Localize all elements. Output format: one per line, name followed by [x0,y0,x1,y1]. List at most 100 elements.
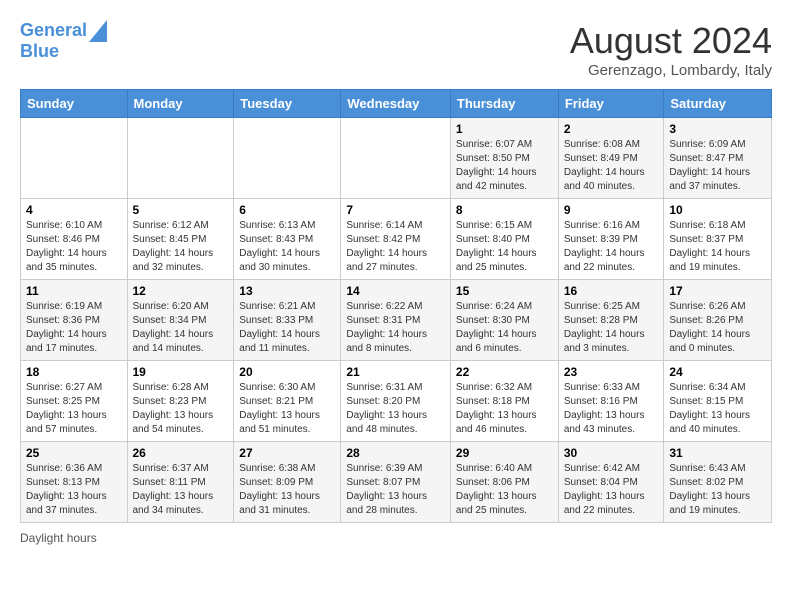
calendar-week-row: 18Sunrise: 6:27 AM Sunset: 8:25 PM Dayli… [21,361,772,442]
day-info: Sunrise: 6:34 AM Sunset: 8:15 PM Dayligh… [669,381,766,437]
day-info: Sunrise: 6:42 AM Sunset: 8:04 PM Dayligh… [564,462,659,518]
day-info: Sunrise: 6:38 AM Sunset: 8:09 PM Dayligh… [239,462,335,518]
calendar-cell: 16 Sunrise: 6:25 AM Sunset: 8:28 PM Dayli… [558,280,664,361]
logo-text-line2: Blue [20,42,59,62]
weekday-header: Tuesday [234,90,341,118]
day-info: Sunrise: 6:28 AM Sunset: 8:23 PM Dayligh… [133,381,229,437]
day-info: Sunrise: 6:22 AM Sunset: 8:31 PM Dayligh… [346,300,445,356]
day-number: 16 [564,284,659,298]
calendar-cell: 11 Sunrise: 6:19 AM Sunset: 8:36 PM Dayli… [21,280,128,361]
calendar-cell: 13 Sunrise: 6:21 AM Sunset: 8:33 PM Dayli… [234,280,341,361]
calendar-cell: 10Sunrise: 6:18 AM Sunset: 8:37 PM Dayli… [664,199,772,280]
calendar-cell: 12 Sunrise: 6:20 AM Sunset: 8:34 PM Dayli… [127,280,234,361]
location-subtitle: Gerenzago, Lombardy, Italy [570,62,772,79]
day-info: Sunrise: 6:14 AM Sunset: 8:42 PM Dayligh… [346,219,445,275]
calendar-cell: 21 Sunrise: 6:31 AM Sunset: 8:20 PM Dayli… [341,361,451,442]
weekday-header: Monday [127,90,234,118]
day-info: Sunrise: 6:08 AM Sunset: 8:49 PM Dayligh… [564,138,659,194]
day-number: 2 [564,122,659,136]
day-info: Sunrise: 6:15 AM Sunset: 8:40 PM Dayligh… [456,219,553,275]
day-info: Sunrise: 6:10 AM Sunset: 8:46 PM Dayligh… [26,219,122,275]
calendar-cell: 28 Sunrise: 6:39 AM Sunset: 8:07 PM Dayli… [341,442,451,523]
day-number: 12 [133,284,229,298]
day-info: Sunrise: 6:20 AM Sunset: 8:34 PM Dayligh… [133,300,229,356]
calendar-cell [234,118,341,199]
calendar-cell: 1 Sunrise: 6:07 AM Sunset: 8:50 PM Daylig… [450,118,558,199]
calendar-cell: 3Sunrise: 6:09 AM Sunset: 8:47 PM Daylig… [664,118,772,199]
weekday-header: Wednesday [341,90,451,118]
day-info: Sunrise: 6:39 AM Sunset: 8:07 PM Dayligh… [346,462,445,518]
calendar-cell: 22 Sunrise: 6:32 AM Sunset: 8:18 PM Dayli… [450,361,558,442]
calendar-cell: 29Sunrise: 6:40 AM Sunset: 8:06 PM Dayli… [450,442,558,523]
day-info: Sunrise: 6:25 AM Sunset: 8:28 PM Dayligh… [564,300,659,356]
calendar-cell: 19Sunrise: 6:28 AM Sunset: 8:23 PM Dayli… [127,361,234,442]
day-info: Sunrise: 6:33 AM Sunset: 8:16 PM Dayligh… [564,381,659,437]
calendar-week-row: 25 Sunrise: 6:36 AM Sunset: 8:13 PM Dayli… [21,442,772,523]
calendar-cell [127,118,234,199]
day-number: 27 [239,446,335,460]
calendar-table: SundayMondayTuesdayWednesdayThursdayFrid… [20,89,772,523]
weekday-header: Saturday [664,90,772,118]
weekday-header: Friday [558,90,664,118]
calendar-cell: 5Sunrise: 6:12 AM Sunset: 8:45 PM Daylig… [127,199,234,280]
calendar-cell: 17Sunrise: 6:26 AM Sunset: 8:26 PM Dayli… [664,280,772,361]
calendar-cell [21,118,128,199]
calendar-week-row: 11 Sunrise: 6:19 AM Sunset: 8:36 PM Dayli… [21,280,772,361]
day-number: 24 [669,365,766,379]
calendar-cell: 14Sunrise: 6:22 AM Sunset: 8:31 PM Dayli… [341,280,451,361]
day-info: Sunrise: 6:24 AM Sunset: 8:30 PM Dayligh… [456,300,553,356]
day-info: Sunrise: 6:31 AM Sunset: 8:20 PM Dayligh… [346,381,445,437]
day-number: 23 [564,365,659,379]
day-info: Sunrise: 6:16 AM Sunset: 8:39 PM Dayligh… [564,219,659,275]
footer-note: Daylight hours [20,531,772,545]
day-number: 21 [346,365,445,379]
day-info: Sunrise: 6:07 AM Sunset: 8:50 PM Dayligh… [456,138,553,194]
day-info: Sunrise: 6:13 AM Sunset: 8:43 PM Dayligh… [239,219,335,275]
calendar-cell: 4Sunrise: 6:10 AM Sunset: 8:46 PM Daylig… [21,199,128,280]
calendar-cell: 25 Sunrise: 6:36 AM Sunset: 8:13 PM Dayli… [21,442,128,523]
day-number: 7 [346,203,445,217]
day-number: 20 [239,365,335,379]
month-year-title: August 2024 [570,20,772,62]
day-number: 3 [669,122,766,136]
calendar-cell: 8 Sunrise: 6:15 AM Sunset: 8:40 PM Daylig… [450,199,558,280]
calendar-header-row: SundayMondayTuesdayWednesdayThursdayFrid… [21,90,772,118]
day-number: 22 [456,365,553,379]
day-number: 1 [456,122,553,136]
calendar-cell: 24 Sunrise: 6:34 AM Sunset: 8:15 PM Dayli… [664,361,772,442]
day-number: 13 [239,284,335,298]
day-number: 8 [456,203,553,217]
day-number: 10 [669,203,766,217]
day-info: Sunrise: 6:30 AM Sunset: 8:21 PM Dayligh… [239,381,335,437]
day-info: Sunrise: 6:21 AM Sunset: 8:33 PM Dayligh… [239,300,335,356]
calendar-cell: 7 Sunrise: 6:14 AM Sunset: 8:42 PM Daylig… [341,199,451,280]
weekday-header: Thursday [450,90,558,118]
day-info: Sunrise: 6:36 AM Sunset: 8:13 PM Dayligh… [26,462,122,518]
day-number: 18 [26,365,122,379]
day-number: 25 [26,446,122,460]
logo: General Blue [20,20,107,62]
day-number: 9 [564,203,659,217]
calendar-week-row: 1 Sunrise: 6:07 AM Sunset: 8:50 PM Daylig… [21,118,772,199]
page-header: General Blue August 2024 Gerenzago, Lomb… [20,20,772,79]
calendar-cell: 18Sunrise: 6:27 AM Sunset: 8:25 PM Dayli… [21,361,128,442]
day-number: 30 [564,446,659,460]
day-number: 26 [133,446,229,460]
day-number: 28 [346,446,445,460]
calendar-cell [341,118,451,199]
calendar-cell: 15 Sunrise: 6:24 AM Sunset: 8:30 PM Dayli… [450,280,558,361]
logo-text-line1: General [20,21,87,41]
day-info: Sunrise: 6:43 AM Sunset: 8:02 PM Dayligh… [669,462,766,518]
calendar-cell: 30 Sunrise: 6:42 AM Sunset: 8:04 PM Dayli… [558,442,664,523]
day-info: Sunrise: 6:19 AM Sunset: 8:36 PM Dayligh… [26,300,122,356]
calendar-cell: 20 Sunrise: 6:30 AM Sunset: 8:21 PM Dayli… [234,361,341,442]
day-number: 31 [669,446,766,460]
daylight-note: Daylight hours [20,531,97,545]
day-number: 15 [456,284,553,298]
title-block: August 2024 Gerenzago, Lombardy, Italy [570,20,772,79]
calendar-cell: 2 Sunrise: 6:08 AM Sunset: 8:49 PM Daylig… [558,118,664,199]
day-info: Sunrise: 6:32 AM Sunset: 8:18 PM Dayligh… [456,381,553,437]
calendar-cell: 9 Sunrise: 6:16 AM Sunset: 8:39 PM Daylig… [558,199,664,280]
day-number: 5 [133,203,229,217]
day-number: 11 [26,284,122,298]
